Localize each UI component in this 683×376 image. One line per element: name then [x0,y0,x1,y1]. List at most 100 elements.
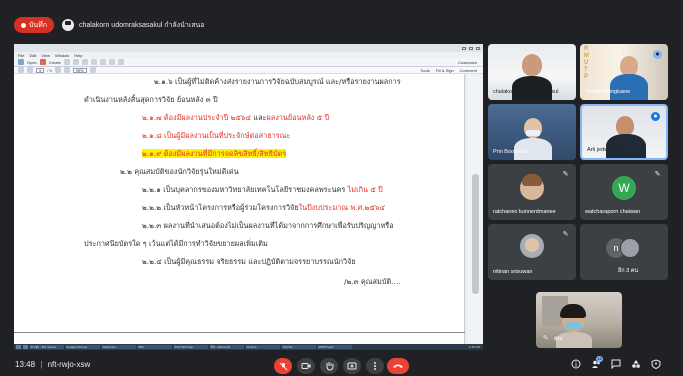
page-number-input[interactable]: 9 [36,67,45,73]
next-page-icon[interactable] [27,67,33,73]
record-button[interactable]: บันทึก [14,17,54,33]
taskbar-app[interactable]: เอกสาร.pdf [318,345,352,349]
participant-tile[interactable]: ✎ nitinan srisuwan [488,224,576,280]
mic-off-icon: ✎ [654,171,661,178]
edit-icon[interactable] [99,59,106,65]
participant-face [522,54,542,76]
participant-name: watcharaporn chaiwan [585,209,641,215]
search-icon[interactable] [23,345,28,349]
taskbar-app[interactable]: Chrome [246,345,280,349]
top-bar: บันทึก chalakorn udomraksasakul กำลังนำเ… [0,0,683,40]
save-icon[interactable] [72,59,79,65]
doc-line: ๒.๒.๑ เป็นบุคลากรของมหาวิทยาลัยเทคโนโลยี… [142,185,383,194]
highlight-mark: ๒.๑.๙ ต้องมีผลงานที่มีการจดลิขสิทธิ์/สิท… [142,149,287,158]
pdf-page[interactable]: ๒.๑.๖ เป็นผู้ที่ไม่ติดค้างส่งรายงานการวิ… [14,74,465,344]
hangup-icon [393,364,403,368]
participant-tile-overflow[interactable]: n อีก 3 คน [580,224,668,280]
participant-tile[interactable]: Prin Boonkerd [488,104,576,160]
taskbar-app[interactable]: Adobe Re... [102,345,136,349]
participant-tile[interactable]: ✎ ratchaneo kunnerdmanee [488,164,576,220]
comment-icon[interactable] [108,59,115,65]
start-icon[interactable] [16,345,21,349]
people-count-badge: 12 [596,356,603,362]
cloud-icon[interactable] [90,59,97,65]
customize-label[interactable]: Customize [458,60,477,65]
activities-icon [631,360,640,368]
doc-line-mid: และ [251,113,267,122]
info-button[interactable] [570,359,581,370]
participant-tile[interactable]: W ✎ watcharaporn chaiwan [580,164,668,220]
create-icon[interactable] [39,59,46,65]
sign-icon[interactable] [117,59,124,65]
zoom-select[interactable]: 99% [72,67,87,73]
meeting-code: nft-rwjo-xsw [47,360,91,369]
doc-line: ดำเนินงานหลังสิ้นสุดการวิจัย ย้อนหลัง ๓ … [84,95,218,104]
taskbar-app[interactable]: รายงาน [282,345,316,349]
prev-page-icon[interactable] [18,67,24,73]
face-mask [526,130,540,136]
chat-button[interactable] [610,359,621,370]
avatar-face [525,238,539,252]
hangup-button[interactable] [387,358,409,374]
info-icon [571,359,580,369]
people-button[interactable]: 12 [590,356,603,370]
doc-line-text: ๒.๒.๒ เป็นหัวหน้าโครงการหรือผู้ร่วมโครงก… [142,203,299,212]
participant-tile-speaking[interactable]: ● Arti jedwanna [580,104,668,160]
doc-line-red: ๒.๑.๗ ต้องมีผลงานประจำปี ๒๕๖๔ [142,113,252,122]
doc-line: /๒.๓ คุณสมบัติ.... [344,277,401,286]
rmutp-banner: RMUTP [584,46,589,80]
raise-hand-button[interactable] [320,358,338,374]
taskbar-app[interactable]: ประชุม - MS Teams [30,345,64,349]
menu-item[interactable]: View [41,53,50,58]
open-icon[interactable] [18,59,24,65]
create-label[interactable]: Create [49,60,61,65]
host-controls-button[interactable] [650,359,661,370]
activities-button[interactable] [630,359,641,370]
presenter-indicator: chalakorn udomraksasakul กำลังนำเสนอ [62,17,204,33]
self-view-tile[interactable]: ✎ คุณ [536,292,622,348]
menu-item[interactable]: Window [55,53,69,58]
participant-face [620,56,638,76]
participant-body [512,76,552,100]
page-total: / 9 [47,67,52,73]
clock: 13:48 [15,360,36,369]
participant-name: Prin Boonkerd [493,149,528,155]
taskbar-app[interactable]: วิจัย - Microsoft [210,345,244,349]
participant-body [610,74,648,100]
present-button[interactable] [343,358,361,374]
pdf-scrollbar[interactable] [467,74,483,344]
self-name: คุณ [554,336,563,342]
fit-page-icon[interactable] [89,67,96,73]
doc-line: ประกาศนียบัตรใด ๆ เว้นแต่ได้มีการทำวิจัย… [84,239,268,248]
more-options-button[interactable] [366,358,384,374]
mail-icon[interactable] [81,59,88,65]
participant-name: chalakorn udomraksasakul [493,89,559,95]
doc-line: ๒.๑.๖ เป็นผู้ที่ไม่ติดค้างส่งรายงานการวิ… [154,77,401,86]
menu-item[interactable]: Help [74,53,82,58]
menu-item[interactable]: Edit [29,53,36,58]
camera-button[interactable] [297,358,315,374]
participant-face [616,116,634,136]
taskbar-app[interactable]: Google Chrome [66,345,100,349]
scroll-thumb[interactable] [472,174,479,294]
zoom-out-icon[interactable] [54,67,61,73]
menu-item[interactable]: File [18,53,24,58]
present-icon [347,362,357,369]
participant-tile[interactable]: chalakorn udomraksasakul [488,44,576,100]
taskbar-app[interactable]: ประกาศ rmutp [174,345,208,349]
print-icon[interactable] [63,59,70,65]
fill-sign-tab[interactable]: Fill & Sign [436,68,454,73]
participant-tile[interactable]: RMUTP ● Jompol Kongkaew [580,44,668,100]
taskbar-app[interactable]: PDF [138,345,172,349]
mic-off-icon: ✎ [542,335,549,342]
open-label[interactable]: Open [27,60,37,65]
doc-line: ๒.๒.๒ เป็นหัวหน้าโครงการหรือผู้ร่วมโครงก… [142,203,385,212]
zoom-in-icon[interactable] [63,67,70,73]
tools-tab[interactable]: Tools [420,68,429,73]
doc-line: ๒.๒.๓ ผลงานที่นำเสนอต้องไม่เป็นผลงานที่ไ… [142,221,394,230]
record-label: บันทึก [28,21,48,29]
mic-off-button[interactable] [274,358,292,374]
doc-line-red: ผลงานย้อนหลัง ๕ ปี [266,113,330,122]
comment-tab[interactable]: Comment [460,68,477,73]
meeting-info: 13:48 | nft-rwjo-xsw [15,360,91,369]
